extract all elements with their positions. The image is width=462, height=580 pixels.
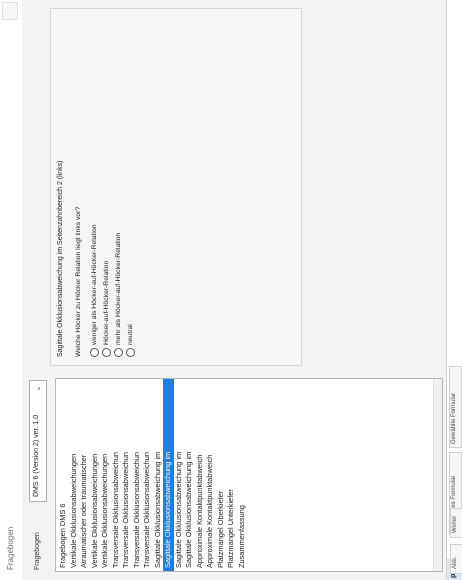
tree-item[interactable]: Transversale Okklusionsabweichun xyxy=(121,379,132,571)
tree-item[interactable]: Transversale Okklusionsabweichun xyxy=(111,379,122,571)
answer-option[interactable]: Höcker-auf-Höcker-Relation xyxy=(101,261,112,357)
tree-item[interactable]: Transversale Okklusionsabweichun xyxy=(132,379,143,571)
window-title: Fragebogen xyxy=(6,526,15,570)
chevron-down-icon[interactable]: ⌄ xyxy=(33,385,42,392)
tree-item[interactable]: Approximale Kontaktpunktabweich xyxy=(195,379,206,571)
tree-item[interactable]: Vertikale Okklusionsabweichungen xyxy=(100,379,111,571)
tree-item[interactable]: Atraumatischer oder traumatischer xyxy=(79,379,90,571)
selected-form-label: Gewählte Formular xyxy=(451,392,457,444)
answer-option-label: Höcker-auf-Höcker-Relation xyxy=(103,260,110,345)
radio-button[interactable] xyxy=(126,348,135,357)
answer-option-label: weniger als Höcker-auf-Höcker-Relation xyxy=(91,224,98,345)
side-tools: Abb. Weiter xyxy=(450,470,462,580)
tree-item[interactable]: Fragebogen DMS 6 xyxy=(58,379,69,571)
question-prompt: Welche Höcker zu Höcker Relation liegt l… xyxy=(75,206,82,357)
question-title: Sagittale Okklusionsabweichung im Seiten… xyxy=(57,160,64,358)
radio-button[interactable] xyxy=(114,348,123,357)
tree-item[interactable]: Platzmangel Oberkiefer xyxy=(216,379,227,571)
questionnaire-tree: Fragebogen DMS 6 Vertikale Okklusionsabwe… xyxy=(55,378,443,572)
tree-item[interactable]: Sagittale Okklusionsabweichung im xyxy=(174,379,185,571)
image-button-label: Abb. xyxy=(452,556,458,569)
radio-button[interactable] xyxy=(102,348,111,357)
screen: Fragebogen Fragebogen DMS 6 (Version 2) … xyxy=(0,0,462,580)
questionnaire-tab-label: Fragebogen xyxy=(34,532,41,570)
next-button[interactable]: Weiter xyxy=(450,508,462,538)
version-select-value: DMS 6 (Version 2) ver. 1.0 xyxy=(33,414,40,497)
questionnaire-window: Fragebogen Fragebogen DMS 6 (Version 2) … xyxy=(0,0,462,580)
tree-item[interactable]: Approximale Kontaktpunktabweich xyxy=(205,379,216,571)
radio-button[interactable] xyxy=(90,348,99,357)
answer-option[interactable]: neutral xyxy=(125,324,136,357)
tree-item[interactable]: Platzmangel Unterkiefer xyxy=(226,379,237,571)
question-panel: Sagittale Okklusionsabweichung im Seiten… xyxy=(50,8,302,366)
tree-item[interactable]: Zusammenfassung xyxy=(237,379,248,571)
version-select[interactable]: DMS 6 (Version 2) ver. 1.0 ⌄ xyxy=(29,380,47,502)
answer-option[interactable]: mehr als Höcker-auf-Höcker-Relation xyxy=(113,233,124,357)
selected-form-button[interactable]: Gewählte Formular xyxy=(449,366,462,448)
tree-item[interactable]: Transversale Okklusionsabweichun xyxy=(142,379,153,571)
window-control-button[interactable] xyxy=(2,2,18,20)
horizontal-scrollbar[interactable] xyxy=(433,379,442,571)
next-button-label: Weiter xyxy=(452,515,458,533)
tree-item[interactable]: Sagittale Okklusionsabweichung im xyxy=(184,379,195,571)
image-button[interactable]: Abb. xyxy=(450,544,462,574)
tree-item[interactable]: Sagittale Okklusionsabweichung im xyxy=(153,379,164,571)
title-bar: Fragebogen xyxy=(0,0,22,580)
answer-option-label: mehr als Höcker-auf-Höcker-Relation xyxy=(115,232,122,345)
answer-option[interactable]: weniger als Höcker-auf-Höcker-Relation xyxy=(89,224,100,357)
answer-option-label: neutral xyxy=(127,324,134,345)
tree-list: Fragebogen DMS 6 Vertikale Okklusionsabwe… xyxy=(56,379,247,571)
tree-item[interactable]: Vertikale Okklusionsabweichungen xyxy=(69,379,80,571)
tree-item[interactable]: Vertikale Okklusionsabweichungen xyxy=(90,379,101,571)
tree-item[interactable]: Sagittale Okklusionsabweichung im xyxy=(163,379,174,571)
